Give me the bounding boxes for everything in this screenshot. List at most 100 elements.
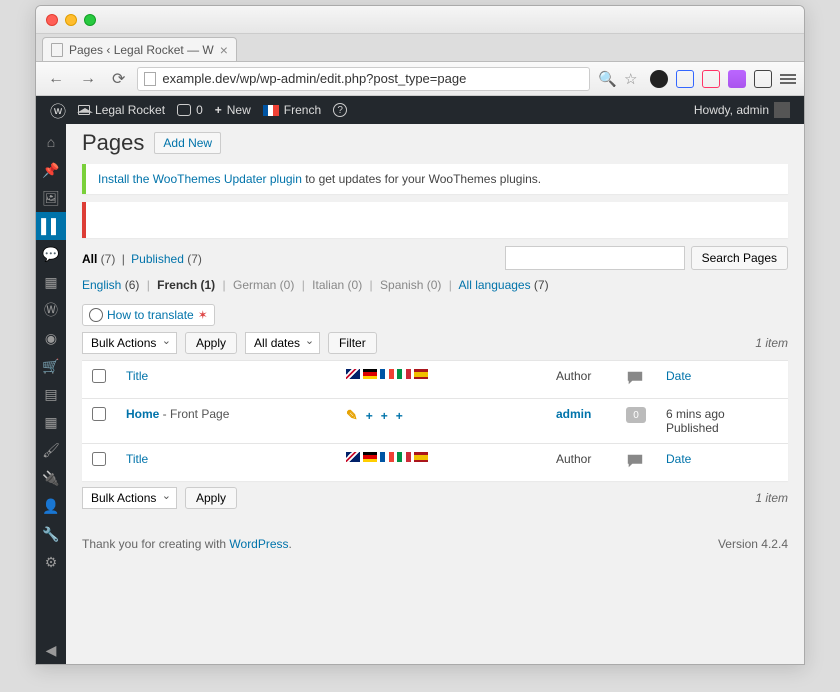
extension-icon-3[interactable] bbox=[702, 70, 720, 88]
sidebar-settings[interactable]: ⚙ bbox=[36, 548, 66, 576]
status-published[interactable]: Published bbox=[131, 252, 184, 266]
site-name-menu[interactable]: Legal Rocket bbox=[72, 103, 171, 117]
sidebar-portfolio[interactable]: ▦ bbox=[36, 268, 66, 296]
sidebar-tools[interactable]: 🔧 bbox=[36, 520, 66, 548]
language-filter: English (6) | French (1) | German (0) | … bbox=[82, 278, 788, 292]
bookmark-icon[interactable]: ☆ bbox=[624, 70, 642, 88]
language-label: French bbox=[284, 103, 321, 117]
add-translation-de[interactable]: + bbox=[366, 409, 373, 423]
lang-italian[interactable]: Italian (0) bbox=[312, 278, 362, 292]
date-filter-select[interactable]: All dates bbox=[245, 332, 320, 354]
lang-spanish[interactable]: Spanish (0) bbox=[380, 278, 441, 292]
greeting-label: Howdy, admin bbox=[694, 103, 769, 117]
edit-translation-icon[interactable]: ✎ bbox=[346, 407, 358, 424]
bottom-actions: Bulk Actions Apply 1 item bbox=[82, 487, 788, 509]
top-actions: Bulk Actions Apply All dates Filter 1 it… bbox=[82, 332, 788, 354]
extension-icon-4[interactable] bbox=[728, 70, 746, 88]
woothemes-install-link[interactable]: Install the WooThemes Updater plugin bbox=[98, 172, 302, 186]
search-button[interactable]: Search Pages bbox=[691, 246, 788, 270]
row-title-link[interactable]: Home bbox=[126, 407, 159, 421]
tab-title: Pages ‹ Legal Rocket — W bbox=[69, 43, 214, 57]
extension-icon-5[interactable] bbox=[754, 70, 772, 88]
wpml-icon bbox=[89, 308, 103, 322]
address-bar[interactable]: example.dev/wp/wp-admin/edit.php?post_ty… bbox=[137, 67, 590, 91]
comments-menu[interactable]: 0 bbox=[171, 103, 209, 117]
row-comments-badge[interactable]: 0 bbox=[626, 407, 646, 423]
comment-icon bbox=[177, 104, 191, 116]
row-author-link[interactable]: admin bbox=[556, 407, 591, 421]
sidebar-users[interactable]: 👤 bbox=[36, 492, 66, 520]
maximize-window-button[interactable] bbox=[84, 14, 96, 26]
sidebar-forms[interactable]: ▤ bbox=[36, 380, 66, 408]
bulk-apply-button-bottom[interactable]: Apply bbox=[185, 487, 237, 509]
extension-icon-1[interactable] bbox=[650, 70, 668, 88]
lang-english[interactable]: English bbox=[82, 278, 121, 292]
sidebar-pages[interactable]: ▌▌ bbox=[36, 212, 66, 240]
search-input[interactable] bbox=[505, 246, 685, 270]
column-date-foot[interactable]: Date bbox=[666, 452, 691, 466]
lang-all[interactable]: All languages bbox=[459, 278, 531, 292]
extension-icon-2[interactable] bbox=[676, 70, 694, 88]
bulk-actions-select[interactable]: Bulk Actions bbox=[82, 332, 177, 354]
flag-es-icon bbox=[414, 369, 428, 379]
bulk-actions-select-bottom[interactable]: Bulk Actions bbox=[82, 487, 177, 509]
sidebar-calendar[interactable]: ▦ bbox=[36, 408, 66, 436]
page-title: Pages bbox=[82, 130, 144, 156]
browser-tabstrip: Pages ‹ Legal Rocket — W × bbox=[36, 34, 804, 62]
sidebar-wpml[interactable]: ◉ bbox=[36, 324, 66, 352]
select-all-bottom[interactable] bbox=[92, 452, 106, 466]
back-button[interactable]: ← bbox=[44, 68, 68, 90]
new-content-menu[interactable]: + New bbox=[209, 103, 257, 117]
sidebar-media[interactable]: 🖼 bbox=[36, 184, 66, 212]
french-flag-icon bbox=[263, 105, 279, 116]
reload-button[interactable]: ⟳ bbox=[108, 67, 129, 91]
sidebar-products[interactable]: 🛒 bbox=[36, 352, 66, 380]
row-title-suffix: - Front Page bbox=[159, 407, 229, 421]
select-all-top[interactable] bbox=[92, 369, 106, 383]
minimize-window-button[interactable] bbox=[65, 14, 77, 26]
sidebar-collapse[interactable]: ◀ bbox=[36, 636, 66, 664]
lang-french[interactable]: French (1) bbox=[157, 278, 215, 292]
sidebar-appearance[interactable]: 🖌 bbox=[36, 436, 66, 464]
flag-de-icon bbox=[363, 452, 377, 462]
window-controls bbox=[46, 14, 96, 26]
language-switcher[interactable]: French bbox=[257, 103, 327, 117]
footer-version: Version 4.2.4 bbox=[718, 537, 788, 551]
wp-logo-menu[interactable]: ⓦ bbox=[44, 98, 72, 122]
item-count-top: 1 item bbox=[755, 336, 788, 350]
add-translation-es[interactable]: + bbox=[396, 409, 403, 423]
status-all[interactable]: All bbox=[82, 252, 97, 266]
how-to-translate-button[interactable]: How to translate ✶ bbox=[82, 304, 215, 326]
sidebar-plugins[interactable]: 🔌 bbox=[36, 464, 66, 492]
help-button[interactable]: ? bbox=[327, 103, 353, 117]
account-menu[interactable]: Howdy, admin bbox=[688, 102, 796, 118]
sidebar-comments[interactable]: 💬 bbox=[36, 240, 66, 268]
comment-icon bbox=[626, 452, 644, 470]
row-checkbox[interactable] bbox=[92, 407, 106, 421]
filter-button[interactable]: Filter bbox=[328, 332, 377, 354]
footer-wp-link[interactable]: WordPress bbox=[229, 537, 288, 551]
add-translation-it[interactable]: + bbox=[381, 409, 388, 423]
close-window-button[interactable] bbox=[46, 14, 58, 26]
lang-german[interactable]: German (0) bbox=[233, 278, 294, 292]
wp-body: ⌂ 📌 🖼 ▌▌ 💬 ▦ Ⓦ ◉ 🛒 ▤ ▦ 🖌 🔌 👤 🔧 ⚙ ◀ Pages… bbox=[36, 124, 804, 664]
sidebar-dashboard[interactable]: ⌂ bbox=[36, 128, 66, 156]
sidebar-woo[interactable]: Ⓦ bbox=[36, 296, 66, 324]
search-icon[interactable]: 🔍 bbox=[598, 70, 616, 88]
add-new-button[interactable]: Add New bbox=[154, 132, 221, 154]
forward-button[interactable]: → bbox=[76, 68, 100, 90]
bulk-apply-button-top[interactable]: Apply bbox=[185, 332, 237, 354]
close-tab-button[interactable]: × bbox=[220, 42, 228, 58]
wp-footer: Thank you for creating with WordPress. V… bbox=[82, 533, 788, 552]
question-icon: ? bbox=[333, 103, 347, 117]
plus-icon: + bbox=[215, 103, 222, 117]
browser-tab[interactable]: Pages ‹ Legal Rocket — W × bbox=[42, 37, 237, 61]
table-row: Home - Front Page ✎ + + + admin 0 bbox=[82, 399, 788, 444]
column-title[interactable]: Title bbox=[126, 369, 148, 383]
how-to-label: How to translate bbox=[107, 308, 194, 322]
sidebar-posts[interactable]: 📌 bbox=[36, 156, 66, 184]
woothemes-notice-text: to get updates for your WooThemes plugin… bbox=[302, 172, 541, 186]
browser-menu-button[interactable] bbox=[780, 74, 796, 84]
column-date[interactable]: Date bbox=[666, 369, 691, 383]
column-title-foot[interactable]: Title bbox=[126, 452, 148, 466]
